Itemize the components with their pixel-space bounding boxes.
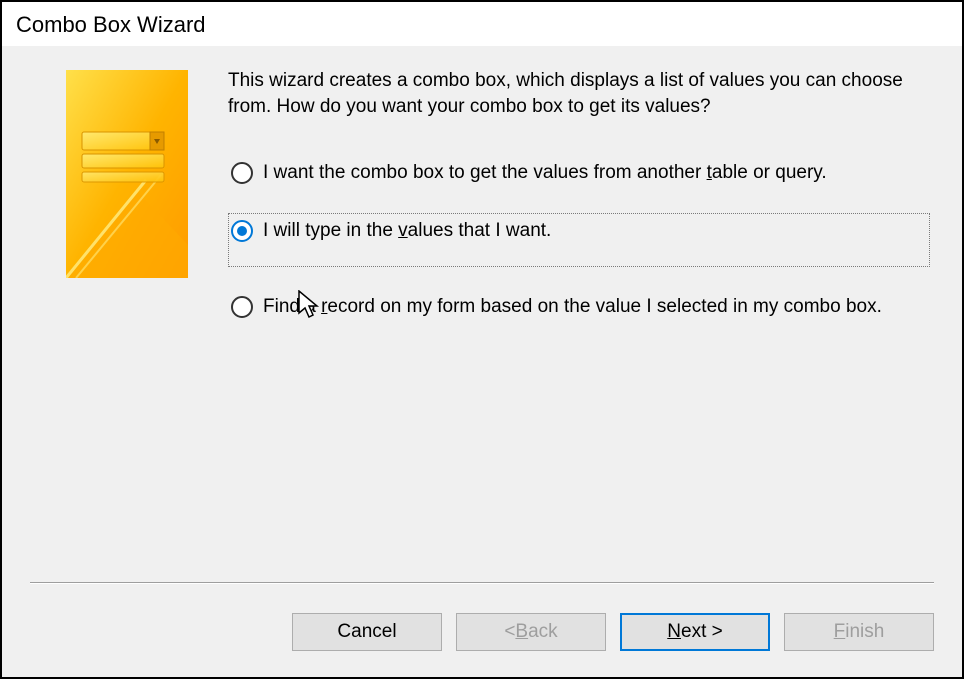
radio-icon (231, 220, 253, 242)
option-label: I want the combo box to get the values f… (263, 160, 827, 186)
finish-button: Finish (784, 613, 934, 651)
separator (30, 582, 934, 583)
back-button: < Back (456, 613, 606, 651)
radio-icon (231, 296, 253, 318)
option-label: Find a record on my form based on the va… (263, 294, 882, 320)
option-label: I will type in the values that I want. (263, 218, 551, 244)
cancel-button[interactable]: Cancel (292, 613, 442, 651)
option-table-or-query[interactable]: I want the combo box to get the values f… (228, 155, 930, 191)
radio-icon (231, 162, 253, 184)
option-find-record[interactable]: Find a record on my form based on the va… (228, 289, 930, 325)
wizard-intro-text: This wizard creates a combo box, which d… (228, 68, 930, 119)
window-title: Combo Box Wizard (2, 2, 962, 46)
wizard-illustration (66, 70, 188, 284)
next-button[interactable]: Next > (620, 613, 770, 651)
option-type-values[interactable]: I will type in the values that I want. (228, 213, 930, 267)
wizard-body: This wizard creates a combo box, which d… (2, 46, 962, 677)
